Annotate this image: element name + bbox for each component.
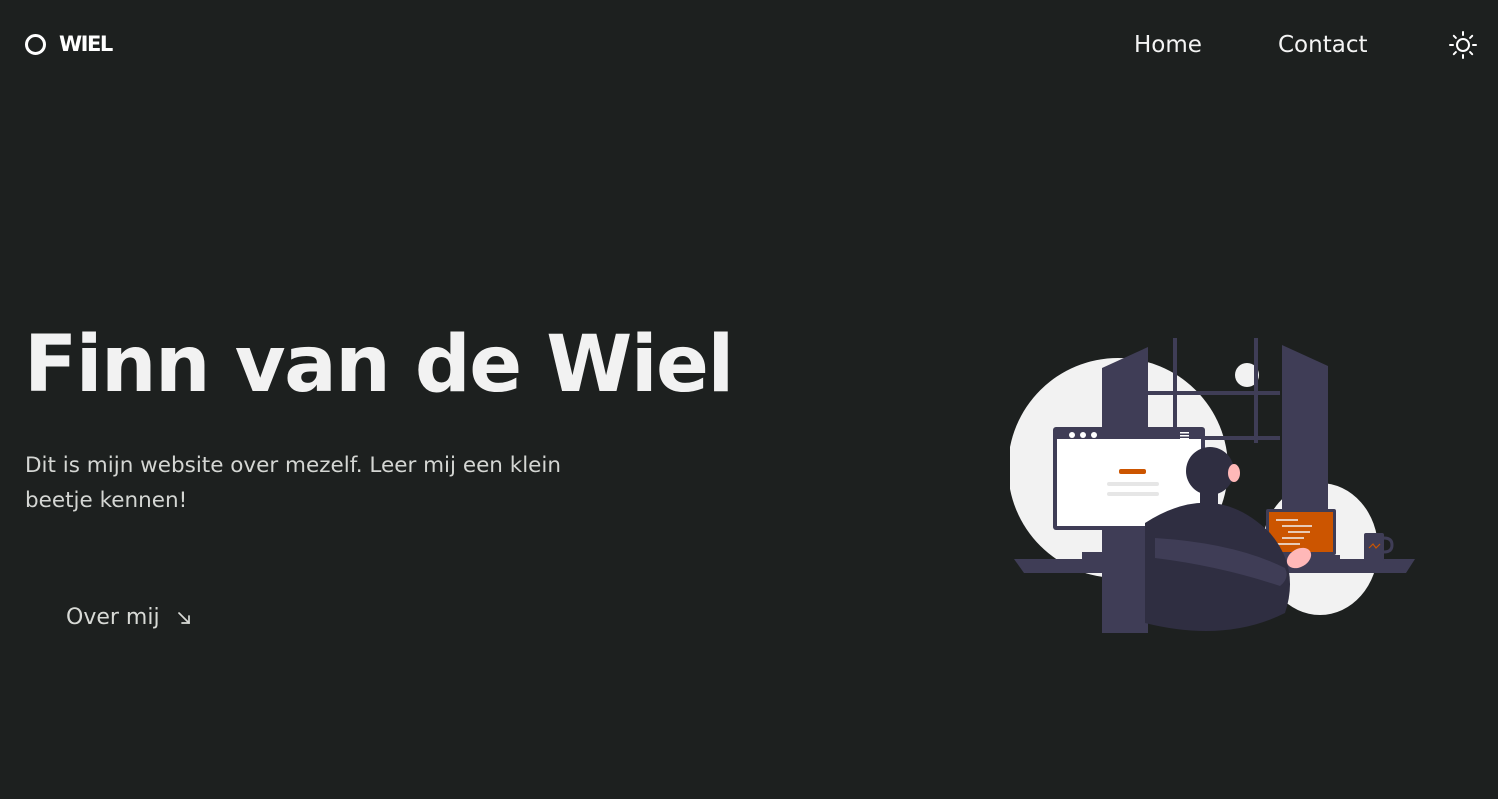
logo-text: WIEL	[59, 32, 113, 56]
coffee-mug	[1364, 533, 1384, 561]
arrow-down-right-icon	[177, 612, 190, 624]
nav-link-home[interactable]: Home	[1134, 29, 1202, 61]
sun-icon	[1449, 31, 1477, 59]
theme-toggle-button[interactable]	[1448, 30, 1478, 60]
hero-description: Dit is mijn website over mezelf. Leer mi…	[25, 453, 562, 513]
site-header: WIEL Home Contact	[0, 0, 1498, 88]
hero-title: Finn van de Wiel	[24, 320, 734, 410]
logo-link[interactable]: WIEL	[25, 32, 113, 56]
nav-link-contact[interactable]: Contact	[1278, 29, 1367, 61]
monitor-stand	[1110, 530, 1146, 552]
person-at-computer-illustration	[1010, 338, 1415, 633]
person-head	[1186, 447, 1234, 495]
about-me-button[interactable]: Over mij	[66, 601, 192, 635]
logo-ring-icon	[25, 33, 46, 55]
monitor-accent-bar	[1119, 469, 1146, 474]
about-me-label: Over mij	[66, 605, 160, 630]
